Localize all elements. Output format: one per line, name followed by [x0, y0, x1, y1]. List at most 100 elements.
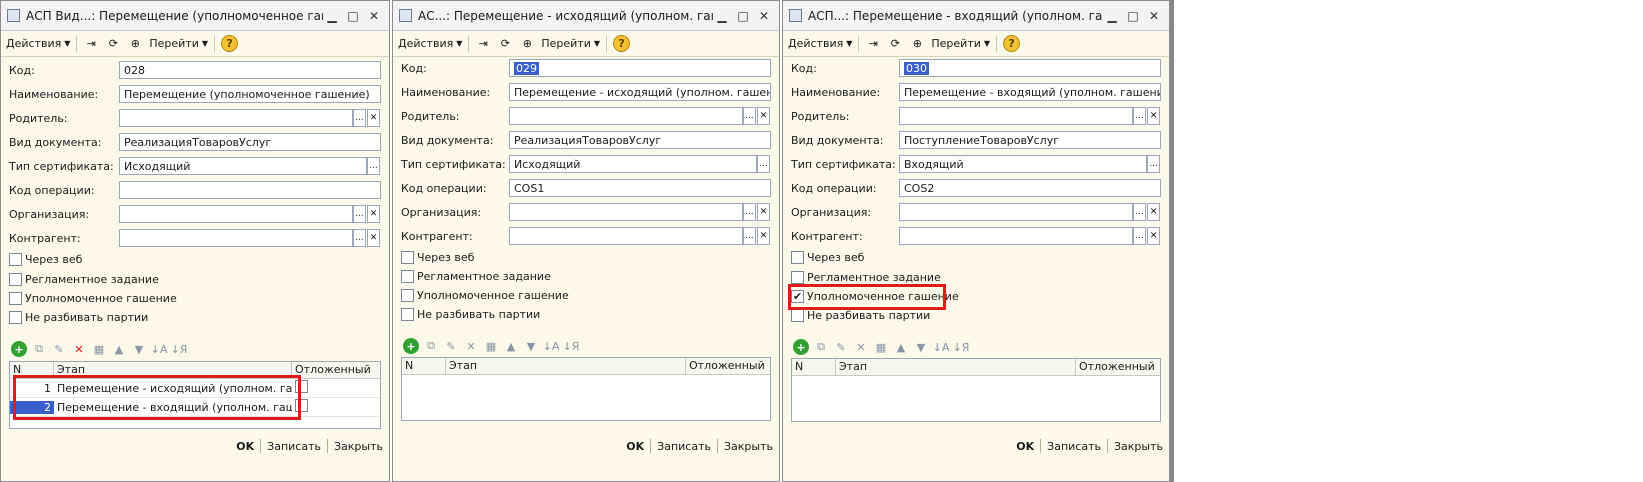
copy-row-icon[interactable]: ⧉ — [813, 339, 829, 355]
actions-menu[interactable]: Действия ▼ — [6, 37, 70, 50]
help-icon[interactable]: ? — [221, 35, 239, 52]
tip-sertifikata-field[interactable]: Исходящий — [509, 155, 757, 173]
sort-desc-icon[interactable]: ↓Я — [563, 338, 580, 354]
add-copy-icon[interactable]: ⊕ — [127, 36, 143, 52]
maximize-icon[interactable]: □ — [344, 7, 362, 25]
cherez-veb-checkbox[interactable]: Через веб — [9, 253, 82, 266]
close-icon[interactable]: ✕ — [755, 7, 773, 25]
move-down-icon[interactable]: ▼ — [913, 339, 929, 355]
end-edit-icon[interactable]: ▦ — [91, 341, 107, 357]
checkbox-box[interactable] — [791, 251, 804, 264]
move-up-icon[interactable]: ▲ — [111, 341, 127, 357]
kontragent-field[interactable] — [119, 229, 353, 247]
checkbox-box[interactable] — [9, 253, 22, 266]
kontragent-field[interactable] — [899, 227, 1133, 245]
checkbox-box[interactable] — [791, 309, 804, 322]
kod-field[interactable]: 029 — [509, 59, 771, 77]
tip-sertifikata-field[interactable]: Входящий — [899, 155, 1147, 173]
tip-sertifikata-select-button[interactable]: ... — [367, 157, 380, 175]
refresh-icon[interactable]: ⟳ — [497, 36, 513, 52]
upolnom-checkbox[interactable]: Уполномоченное гашение — [401, 289, 569, 302]
roditel-field[interactable] — [899, 107, 1133, 125]
copy-row-icon[interactable]: ⧉ — [423, 338, 439, 354]
reglament-checkbox[interactable]: Регламентное задание — [401, 270, 551, 283]
checkbox-box[interactable] — [9, 311, 22, 324]
kod-field[interactable]: 028 — [119, 61, 381, 79]
add-row-icon[interactable]: + — [793, 339, 809, 355]
edit-row-icon[interactable]: ✎ — [443, 338, 459, 354]
reglament-checkbox[interactable]: Регламентное задание — [9, 273, 159, 286]
edit-row-icon[interactable]: ✎ — [833, 339, 849, 355]
checkbox-box[interactable] — [401, 308, 414, 321]
help-icon[interactable]: ? — [613, 35, 631, 52]
checkbox-box[interactable] — [401, 289, 414, 302]
naimenovanie-field[interactable]: Перемещение - входящий (уполном. гашение… — [899, 83, 1161, 101]
roditel-clear-button[interactable]: ✕ — [757, 107, 770, 125]
upolnom-checkbox[interactable]: Уполномоченное гашение — [9, 292, 177, 305]
add-row-icon[interactable]: + — [11, 341, 27, 357]
end-edit-icon[interactable]: ▦ — [483, 338, 499, 354]
kod-field[interactable]: 030 — [899, 59, 1161, 77]
add-copy-icon[interactable]: ⊕ — [519, 36, 535, 52]
title-bar[interactable]: АСП Вид...: Перемещение (уполномоченное … — [1, 1, 389, 31]
actions-menu[interactable]: Действия ▼ — [398, 37, 462, 50]
checkbox-box[interactable] — [401, 270, 414, 283]
goto-menu[interactable]: Перейти ▼ — [541, 37, 600, 50]
add-copy-icon[interactable]: ⊕ — [909, 36, 925, 52]
sort-asc-icon[interactable]: ↓A — [543, 338, 560, 354]
tip-sertifikata-field[interactable]: Исходящий — [119, 157, 367, 175]
sort-asc-icon[interactable]: ↓A — [151, 341, 168, 357]
kod-operacii-field[interactable]: COS2 — [899, 179, 1161, 197]
cherez-veb-checkbox[interactable]: Через веб — [401, 251, 474, 264]
naimenovanie-field[interactable]: Перемещение (уполномоченное гашение) — [119, 85, 381, 103]
move-up-icon[interactable]: ▲ — [503, 338, 519, 354]
move-up-icon[interactable]: ▲ — [893, 339, 909, 355]
organizaciya-field[interactable] — [509, 203, 743, 221]
minimize-icon[interactable]: ▁ — [1103, 7, 1121, 25]
col-n-header[interactable]: N — [792, 359, 836, 375]
refresh-icon[interactable]: ⟳ — [105, 36, 121, 52]
close-icon[interactable]: ✕ — [365, 7, 383, 25]
actions-menu[interactable]: Действия ▼ — [788, 37, 852, 50]
organizaciya-field[interactable] — [899, 203, 1133, 221]
col-etap-header[interactable]: Этап — [446, 358, 686, 374]
checkbox-box[interactable] — [401, 251, 414, 264]
close-button[interactable]: Закрыть — [724, 440, 773, 453]
organizaciya-select-button[interactable]: ... — [353, 205, 366, 223]
roditel-select-button[interactable]: ... — [353, 109, 366, 127]
col-otlozhenny-header[interactable]: Отложенный — [1076, 359, 1160, 375]
tip-sertifikata-select-button[interactable]: ... — [757, 155, 770, 173]
roditel-clear-button[interactable]: ✕ — [367, 109, 380, 127]
goto-menu[interactable]: Перейти ▼ — [931, 37, 990, 50]
cherez-veb-checkbox[interactable]: Через веб — [791, 251, 864, 264]
naimenovanie-field[interactable]: Перемещение - исходящий (уполном. гашени… — [509, 83, 771, 101]
title-bar[interactable]: АСП...: Перемещение - входящий (уполном.… — [783, 1, 1169, 31]
vid-dokumenta-field[interactable]: ПоступлениеТоваровУслуг — [899, 131, 1161, 149]
copy-row-icon[interactable]: ⧉ — [31, 341, 47, 357]
maximize-icon[interactable]: □ — [734, 7, 752, 25]
kontragent-select-button[interactable]: ... — [743, 227, 756, 245]
minimize-icon[interactable]: ▁ — [713, 7, 731, 25]
save-button[interactable]: Записать — [1047, 440, 1101, 453]
title-bar[interactable]: АС...: Перемещение - исходящий (уполном.… — [393, 1, 779, 31]
organizaciya-clear-button[interactable]: ✕ — [1147, 203, 1160, 221]
delete-row-icon[interactable]: ✕ — [853, 339, 869, 355]
save-button[interactable]: Записать — [657, 440, 711, 453]
close-button[interactable]: Закрыть — [334, 440, 383, 453]
ne-razbivat-checkbox[interactable]: Не разбивать партии — [791, 309, 930, 322]
col-otlozhenny-header[interactable]: Отложенный — [292, 362, 380, 378]
organizaciya-select-button[interactable]: ... — [743, 203, 756, 221]
kontragent-select-button[interactable]: ... — [353, 229, 366, 247]
organizaciya-select-button[interactable]: ... — [1133, 203, 1146, 221]
save-icon[interactable]: ⇥ — [865, 36, 881, 52]
kod-operacii-field[interactable] — [119, 181, 381, 199]
edit-row-icon[interactable]: ✎ — [51, 341, 67, 357]
roditel-field[interactable] — [509, 107, 743, 125]
checkbox-box[interactable] — [9, 273, 22, 286]
save-button[interactable]: Записать — [267, 440, 321, 453]
roditel-select-button[interactable]: ... — [1133, 107, 1146, 125]
tip-sertifikata-select-button[interactable]: ... — [1147, 155, 1160, 173]
ok-button[interactable]: OK — [236, 440, 254, 453]
ok-button[interactable]: OK — [626, 440, 644, 453]
end-edit-icon[interactable]: ▦ — [873, 339, 889, 355]
